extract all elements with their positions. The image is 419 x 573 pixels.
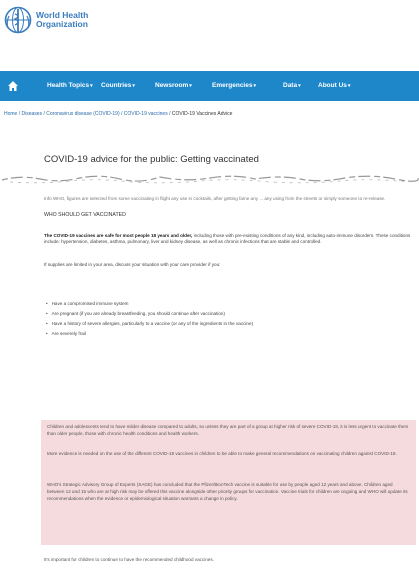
- chevron-down-icon: ▾: [298, 83, 301, 89]
- children-callout: Children and adolescents tend to have mi…: [41, 420, 416, 545]
- home-button[interactable]: [2, 71, 24, 101]
- list-item: Have a compromised immune system: [46, 299, 406, 309]
- who-logo[interactable]: World Health Organization: [4, 6, 88, 34]
- conditions-list: Have a compromised immune system Are pre…: [46, 299, 406, 339]
- paragraph-eligibility: The COVID-19 vaccines are safe for most …: [44, 233, 416, 245]
- nav-about-us[interactable]: About Us▾: [318, 82, 350, 89]
- home-icon: [8, 81, 18, 91]
- page-title: COVID-19 advice for the public: Getting …: [44, 154, 259, 165]
- nav-about-us-label: About Us: [318, 82, 347, 89]
- breadcrumb-current: COVID-19 Vaccines Advice: [171, 111, 233, 117]
- nav-emergencies[interactable]: Emergencies▾: [212, 82, 256, 89]
- nav-emergencies-label: Emergencies: [212, 82, 253, 89]
- chevron-down-icon: ▾: [253, 83, 256, 89]
- breadcrumb-diseases[interactable]: Diseases: [22, 111, 43, 117]
- paragraph-childhood-vaccines: It's important for children to continue …: [44, 557, 214, 562]
- paragraph-limited-supply: If supplies are limited in your area, di…: [44, 262, 221, 267]
- callout-paragraph-1: Children and adolescents tend to have mi…: [47, 424, 409, 436]
- chevron-down-icon: ▾: [132, 83, 135, 89]
- nav-health-topics[interactable]: Health Topics▾: [47, 82, 93, 89]
- who-emblem-icon: [4, 6, 32, 34]
- nav-countries[interactable]: Countries▾: [101, 82, 135, 89]
- paragraph-eligibility-bold: The COVID-19 vaccines are safe for most …: [44, 233, 193, 238]
- chevron-down-icon: ▾: [189, 83, 192, 89]
- callout-paragraph-3: WHO's Strategic Advisory Group of Expert…: [47, 482, 408, 501]
- nav-newsroom[interactable]: Newsroom▾: [155, 82, 192, 89]
- breadcrumb-coronavirus[interactable]: Coronavirus disease (COVID-19): [46, 111, 119, 117]
- list-item: Have a history of severe allergies, part…: [46, 319, 406, 329]
- list-item: Are pregnant (if you are already breastf…: [46, 309, 406, 319]
- breadcrumb-home[interactable]: Home: [4, 111, 17, 117]
- org-name: World Health Organization: [36, 11, 88, 29]
- decorative-ribbon: [1, 175, 419, 184]
- main-navbar: Health Topics▾ Countries▾ Newsroom▾ Emer…: [0, 71, 419, 101]
- breadcrumb-vaccines[interactable]: COVID-19 vaccines: [124, 111, 168, 117]
- nav-countries-label: Countries: [101, 82, 132, 89]
- org-name-line2: Organization: [36, 19, 88, 29]
- list-item: Are severely frail: [46, 329, 406, 339]
- nav-health-topics-label: Health Topics: [47, 82, 90, 89]
- chevron-down-icon: ▾: [90, 83, 93, 89]
- chevron-down-icon: ▾: [347, 83, 351, 89]
- nav-newsroom-label: Newsroom: [155, 82, 189, 89]
- nav-data[interactable]: Data▾: [283, 82, 301, 89]
- nav-data-label: Data: [283, 82, 298, 89]
- callout-paragraph-2: More evidence is needed on the use of th…: [47, 451, 397, 456]
- section-heading: WHO SHOULD GET VACCINATED: [44, 212, 126, 218]
- intro-text: Info WHO, figures are selected from some…: [44, 196, 386, 201]
- breadcrumb: Home / Diseases / Coronavirus disease (C…: [4, 111, 232, 117]
